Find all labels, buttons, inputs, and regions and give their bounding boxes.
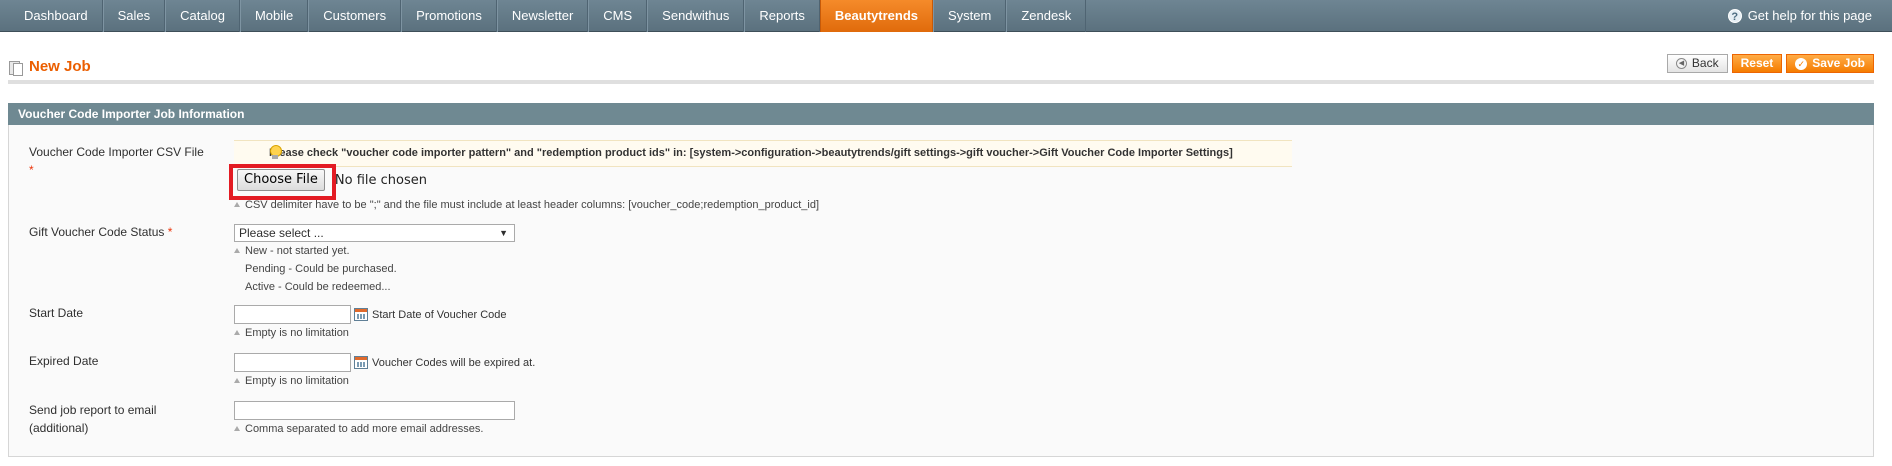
email-note-text: Comma separated to add more email addres…	[245, 423, 484, 435]
help-label: Get help for this page	[1747, 8, 1872, 23]
status-select[interactable]: Please select ... ▼	[234, 224, 515, 242]
nav-sales[interactable]: Sales	[102, 0, 166, 32]
expired-date-note: Empty is no limitation	[234, 374, 349, 389]
expired-date-label: Expired Date	[29, 354, 99, 368]
csv-file-label: Voucher Code Importer CSV File *	[29, 143, 204, 179]
email-input[interactable]	[234, 401, 515, 420]
back-label: Back	[1691, 56, 1719, 70]
file-status: No file chosen	[334, 172, 427, 188]
nav-zendesk[interactable]: Zendesk	[1006, 0, 1087, 32]
help-icon: ?	[1727, 9, 1742, 23]
calendar-icon[interactable]	[354, 356, 368, 369]
start-date-label: Start Date	[29, 306, 84, 320]
expired-date-hint: Voucher Codes will be expired at.	[372, 357, 536, 369]
back-button[interactable]: ◀ Back	[1666, 54, 1728, 73]
required-marker: *	[167, 225, 173, 239]
start-date-note: Empty is no limitation	[234, 326, 349, 341]
reset-label: Reset	[1740, 56, 1774, 70]
save-job-button[interactable]: ✓ Save Job	[1786, 54, 1874, 73]
start-date-input[interactable]	[234, 305, 351, 324]
dropdown-arrow-icon: ▼	[499, 228, 508, 238]
start-date-hint: Start Date of Voucher Code	[372, 309, 507, 321]
nav-newsletter[interactable]: Newsletter	[496, 0, 589, 32]
page-title-text: New Job	[29, 58, 91, 75]
csv-note-text: CSV delimiter have to be ";" and the fil…	[245, 199, 820, 211]
status-note-pending: Pending - Could be purchased.	[245, 263, 397, 275]
status-select-value: Please select ...	[239, 226, 324, 240]
nav-customers[interactable]: Customers	[308, 0, 402, 32]
csv-file-label-text: Voucher Code Importer CSV File	[29, 145, 204, 159]
email-label: Send job report to email (additional)	[29, 401, 156, 437]
page-title: New Job	[8, 58, 91, 76]
calendar-icon[interactable]	[354, 308, 368, 321]
config-notice: Please check "voucher code importer patt…	[234, 140, 1292, 167]
save-label: Save Job	[1812, 56, 1865, 70]
email-note: Comma separated to add more email addres…	[234, 422, 483, 437]
main-navigation: Dashboard Sales Catalog Mobile Customers…	[0, 0, 1892, 32]
form-buttons: ◀ Back Reset ✓ Save Job	[1666, 54, 1874, 73]
email-label-line2: (additional)	[29, 421, 89, 435]
help-link[interactable]: ? Get help for this page	[1727, 0, 1872, 32]
nav-cms[interactable]: CMS	[588, 0, 648, 32]
status-note-new: New - not started yet.	[234, 244, 350, 259]
email-label-line1: Send job report to email	[29, 403, 157, 417]
status-label: Gift Voucher Code Status *	[29, 223, 172, 241]
page-header: New Job ◀ Back Reset ✓ Save Job	[8, 54, 1874, 84]
job-information-fieldset: Please check "voucher code importer patt…	[8, 125, 1874, 457]
expired-date-note-text: Empty is no limitation	[245, 375, 349, 387]
start-date-note-text: Empty is no limitation	[245, 327, 349, 339]
status-label-text: Gift Voucher Code Status	[29, 225, 165, 239]
back-icon: ◀	[1675, 58, 1687, 69]
csv-note: CSV delimiter have to be ";" and the fil…	[234, 198, 819, 213]
nav-reports[interactable]: Reports	[744, 0, 820, 32]
nav-promotions[interactable]: Promotions	[401, 0, 497, 32]
highlight-box	[229, 164, 336, 200]
nav-sendwithus[interactable]: Sendwithus	[647, 0, 745, 32]
reset-button[interactable]: Reset	[1731, 54, 1783, 73]
nav-catalog[interactable]: Catalog	[165, 0, 240, 32]
nav-beautytrends[interactable]: Beautytrends	[819, 0, 933, 32]
nav-mobile[interactable]: Mobile	[239, 0, 309, 32]
nav-dashboard[interactable]: Dashboard	[0, 0, 103, 32]
required-marker: *	[29, 163, 34, 177]
section-title: Voucher Code Importer Job Information	[8, 103, 1874, 125]
lightbulb-icon	[269, 145, 282, 159]
status-note-new-text: New - not started yet.	[245, 245, 350, 257]
page-icon	[8, 60, 23, 76]
nav-system[interactable]: System	[933, 0, 1007, 32]
status-note-active: Active - Could be redeemed...	[245, 281, 391, 293]
save-icon: ✓	[1795, 57, 1808, 70]
expired-date-input[interactable]	[234, 353, 351, 372]
